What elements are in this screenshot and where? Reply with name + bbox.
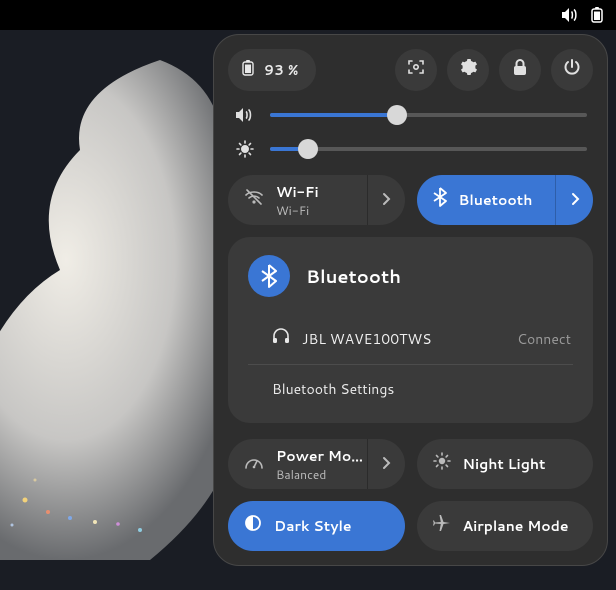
- screenshot-icon: [407, 58, 425, 82]
- volume-icon: [562, 8, 578, 22]
- airplane-mode-title: Airplane Mode: [463, 516, 569, 536]
- bluetooth-icon-circle: [248, 255, 290, 297]
- bluetooth-submenu: Bluetooth JBL WAVE100TWS Connect Bluetoo…: [228, 237, 593, 423]
- bluetooth-settings-row[interactable]: Bluetooth Settings: [248, 365, 573, 413]
- bluetooth-icon: [433, 187, 447, 213]
- wifi-off-icon: [244, 188, 264, 212]
- dark-style-toggle[interactable]: Dark Style: [228, 501, 405, 551]
- airplane-icon: [433, 514, 451, 538]
- night-light-icon: [433, 452, 451, 476]
- volume-slider[interactable]: [270, 105, 587, 125]
- airplane-mode-toggle[interactable]: Airplane Mode: [417, 501, 594, 551]
- speedometer-icon: [244, 453, 264, 476]
- bluetooth-title: Bluetooth: [459, 190, 533, 210]
- gear-icon: [459, 58, 477, 82]
- power-mode-expand-button[interactable]: [367, 439, 405, 489]
- settings-button[interactable]: [447, 49, 489, 91]
- header-row: 93 %: [228, 49, 593, 91]
- battery-icon: [242, 60, 254, 81]
- night-light-title: Night Light: [463, 454, 546, 474]
- wifi-toggle[interactable]: Wi-Fi Wi-Fi: [228, 175, 405, 225]
- wifi-subtitle: Wi-Fi: [276, 202, 319, 219]
- bluetooth-toggle[interactable]: Bluetooth: [417, 175, 594, 225]
- power-button[interactable]: [551, 49, 593, 91]
- wifi-expand-button[interactable]: [367, 175, 405, 225]
- battery-icon: [590, 7, 604, 23]
- lock-icon: [512, 58, 528, 82]
- quick-settings-panel: 93 %: [213, 34, 608, 566]
- headphones-icon: [272, 327, 290, 350]
- brightness-slider[interactable]: [270, 139, 587, 159]
- power-mode-subtitle: Balanced: [276, 466, 363, 483]
- brightness-icon: [234, 140, 256, 158]
- bluetooth-device-row[interactable]: JBL WAVE100TWS Connect: [248, 315, 573, 365]
- screenshot-button[interactable]: [395, 49, 437, 91]
- volume-slider-row: [234, 105, 587, 125]
- bluetooth-panel-title: Bluetooth: [306, 263, 401, 289]
- device-connect-label[interactable]: Connect: [517, 329, 571, 349]
- power-mode-title: Power Mo…: [276, 446, 363, 466]
- night-light-toggle[interactable]: Night Light: [417, 439, 594, 489]
- brightness-slider-row: [234, 139, 587, 159]
- top-bar: [0, 0, 616, 30]
- battery-percent-label: 93 %: [264, 60, 298, 80]
- volume-icon: [234, 107, 256, 123]
- lock-button[interactable]: [499, 49, 541, 91]
- device-name-label: JBL WAVE100TWS: [302, 329, 431, 349]
- wifi-title: Wi-Fi: [276, 182, 319, 202]
- chevron-right-icon: [381, 453, 391, 476]
- chevron-right-icon: [570, 189, 580, 212]
- dark-style-icon: [244, 514, 262, 538]
- chevron-right-icon: [381, 189, 391, 212]
- bluetooth-settings-label: Bluetooth Settings: [272, 379, 394, 399]
- bluetooth-expand-button[interactable]: [555, 175, 593, 225]
- battery-pill[interactable]: 93 %: [228, 49, 316, 91]
- power-mode-toggle[interactable]: Power Mo… Balanced: [228, 439, 405, 489]
- power-icon: [563, 58, 581, 82]
- dark-style-title: Dark Style: [274, 516, 352, 536]
